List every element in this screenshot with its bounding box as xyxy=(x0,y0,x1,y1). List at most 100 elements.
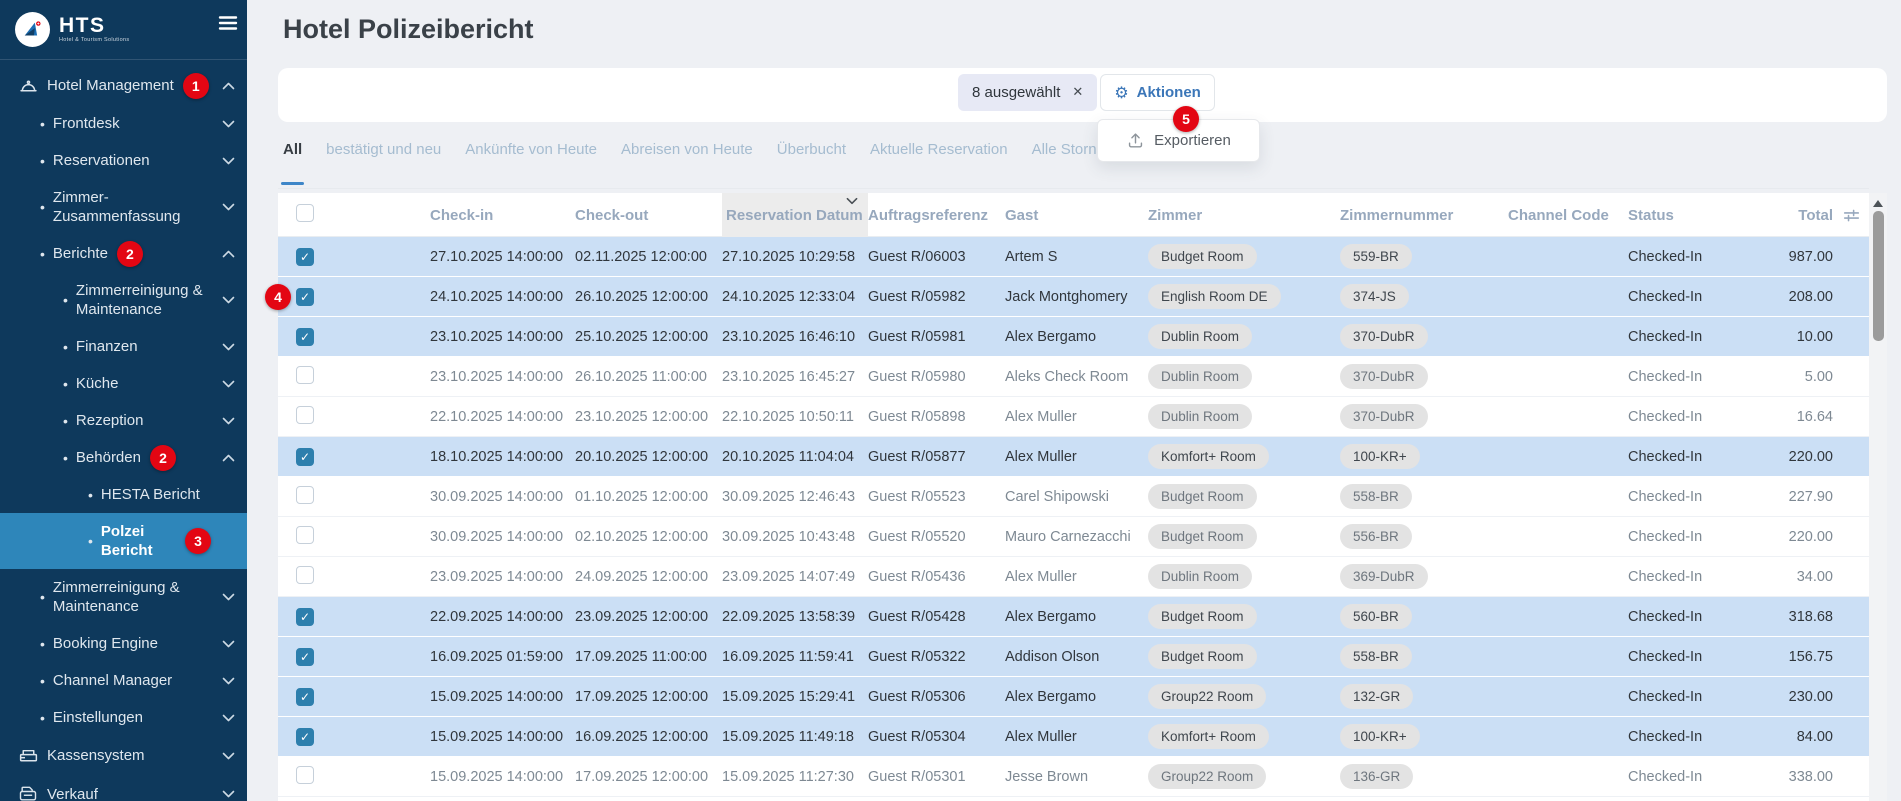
cell-status: Checked-In xyxy=(1628,529,1770,545)
sidebar-item-berichte[interactable]: •Berichte2 xyxy=(0,235,247,272)
row-checkbox[interactable] xyxy=(296,328,314,346)
sort-desc-icon xyxy=(846,197,858,205)
header-cell-channel-code[interactable]: Channel Code xyxy=(1508,207,1628,224)
table-row[interactable]: 30.09.2025 14:00:0002.10.2025 12:00:0030… xyxy=(278,517,1870,557)
row-checkbox[interactable] xyxy=(296,406,314,424)
cell-check-out: 02.11.2025 12:00:00 xyxy=(575,249,722,265)
sidebar-item-verkauf[interactable]: Verkauf xyxy=(0,775,247,801)
cell-check-in: 15.09.2025 14:00:00 xyxy=(430,769,575,785)
table-row[interactable]: 23.10.2025 14:00:0025.10.2025 12:00:0023… xyxy=(278,317,1870,357)
header-cell-zimmer[interactable]: Zimmer xyxy=(1148,207,1340,224)
cloche-icon xyxy=(18,75,40,96)
room-number-pill: 556-BR xyxy=(1340,524,1412,549)
table-row[interactable]: 23.09.2025 14:00:0024.09.2025 12:00:0023… xyxy=(278,557,1870,597)
scrollbar-thumb[interactable] xyxy=(1873,211,1884,341)
hamburger-menu-icon[interactable] xyxy=(218,15,238,36)
cell-zimmer: Budget Room xyxy=(1148,644,1340,669)
bullet-icon: • xyxy=(63,339,68,355)
row-checkbox[interactable] xyxy=(296,366,314,384)
cell-zimmernummer: 369-DubR xyxy=(1340,564,1508,589)
sidebar-item-hesta-bericht[interactable]: •HESTA Bericht xyxy=(0,476,247,513)
table-row[interactable]: 15.09.2025 14:00:0017.09.2025 12:00:0015… xyxy=(278,677,1870,717)
sidebar-item-einstellungen[interactable]: •Einstellungen xyxy=(0,699,247,736)
cell-status: Checked-In xyxy=(1628,649,1770,665)
table-row[interactable]: 15.09.2025 14:00:0016.09.2025 12:00:0015… xyxy=(278,717,1870,757)
row-checkbox[interactable] xyxy=(296,288,314,306)
chevron-down-icon xyxy=(222,296,235,304)
clear-selection-icon[interactable]: ✕ xyxy=(1072,85,1083,100)
cell-total: 227.90 xyxy=(1770,489,1833,505)
table-row[interactable]: 18.10.2025 14:00:0020.10.2025 12:00:0020… xyxy=(278,437,1870,477)
actions-button-label: Aktionen xyxy=(1137,84,1201,101)
table-body: 27.10.2025 14:00:0002.11.2025 12:00:0027… xyxy=(278,237,1870,797)
sidebar-item-rezeption[interactable]: •Rezeption xyxy=(0,402,247,439)
row-checkbox[interactable] xyxy=(296,728,314,746)
sidebar-item-label: Channel Manager xyxy=(53,671,172,690)
table-scrollbar[interactable] xyxy=(1869,193,1887,801)
sidebar-item-kassensystem[interactable]: Kassensystem xyxy=(0,736,247,775)
row-checkbox[interactable] xyxy=(296,486,314,504)
actions-button[interactable]: ⚙ Aktionen xyxy=(1100,74,1215,111)
header-cell-status[interactable]: Status xyxy=(1628,207,1770,224)
column-label: Check-in xyxy=(430,207,493,224)
scroll-up-icon[interactable] xyxy=(1873,200,1883,207)
tab-abreisen-von-heute[interactable]: Abreisen von Heute xyxy=(621,127,753,188)
sidebar-item-frontdesk[interactable]: •Frontdesk xyxy=(0,105,247,142)
cell-checkbox xyxy=(278,648,430,666)
cell-check-out: 16.09.2025 12:00:00 xyxy=(575,729,722,745)
sidebar-item-booking-engine[interactable]: •Booking Engine xyxy=(0,625,247,662)
gear-icon: ⚙ xyxy=(1114,85,1128,101)
row-checkbox[interactable] xyxy=(296,566,314,584)
header-cell-total[interactable]: Total xyxy=(1770,207,1833,224)
sidebar-item-beh-rden[interactable]: •Behörden2 xyxy=(0,439,247,476)
cell-auftragsreferenz: Guest R/05981 xyxy=(868,329,1005,345)
header-cell-zimmernummer[interactable]: Zimmernummer xyxy=(1340,207,1508,224)
sidebar-item-channel-manager[interactable]: •Channel Manager xyxy=(0,662,247,699)
table-row[interactable]: 15.09.2025 14:00:0017.09.2025 12:00:0015… xyxy=(278,757,1870,797)
table-row[interactable]: 16.09.2025 01:59:0017.09.2025 11:00:0016… xyxy=(278,637,1870,677)
row-checkbox[interactable] xyxy=(296,526,314,544)
logo-mark-icon xyxy=(22,19,44,41)
header-checkbox[interactable] xyxy=(296,204,314,222)
tab-ank-nfte-von-heute[interactable]: Ankünfte von Heute xyxy=(465,127,597,188)
chevron-down-icon xyxy=(222,203,235,211)
tab-berbucht[interactable]: Überbucht xyxy=(777,127,846,188)
row-checkbox[interactable] xyxy=(296,688,314,706)
sidebar-item-zimmerreinigung-maintenance[interactable]: •Zimmerreinigung & Maintenance xyxy=(0,569,247,625)
cell-total: 220.00 xyxy=(1770,449,1833,465)
sidebar-item-reservationen[interactable]: •Reservationen xyxy=(0,142,247,179)
sidebar-item-finanzen[interactable]: •Finanzen xyxy=(0,328,247,365)
sidebar-item-hotel-management[interactable]: Hotel Management1 xyxy=(0,66,247,105)
row-checkbox[interactable] xyxy=(296,648,314,666)
table-row[interactable]: 30.09.2025 14:00:0001.10.2025 12:00:0030… xyxy=(278,477,1870,517)
bullet-icon: • xyxy=(63,450,68,466)
tab-best-tigt-und-neu[interactable]: bestätigt und neu xyxy=(326,127,441,188)
sidebar-item-zimmer-zusammenfassung[interactable]: •Zimmer-Zusammenfassung xyxy=(0,179,247,235)
header-cell-reservation-datum[interactable]: Reservation Datum xyxy=(722,193,868,237)
sidebar-item-polzei-bericht[interactable]: •Polzei Bericht3 xyxy=(0,513,247,569)
table-row[interactable]: 27.10.2025 14:00:0002.11.2025 12:00:0027… xyxy=(278,237,1870,277)
cell-check-out: 17.09.2025 12:00:00 xyxy=(575,769,722,785)
cell-auftragsreferenz: Guest R/05436 xyxy=(868,569,1005,585)
sidebar-item-zimmerreinigung-maintenance[interactable]: •Zimmerreinigung & Maintenance xyxy=(0,272,247,328)
row-checkbox[interactable] xyxy=(296,248,314,266)
sidebar-item-k-che[interactable]: •Küche xyxy=(0,365,247,402)
header-cell-auftragsreferenz[interactable]: Auftragsreferenz xyxy=(868,207,1005,224)
row-checkbox[interactable] xyxy=(296,608,314,626)
table-row[interactable]: 24.10.2025 14:00:0026.10.2025 12:00:0024… xyxy=(278,277,1870,317)
row-checkbox[interactable] xyxy=(296,766,314,784)
selected-count-label: 8 ausgewählt xyxy=(972,84,1060,101)
column-settings-icon[interactable] xyxy=(1843,208,1860,223)
cell-zimmer: Komfort+ Room xyxy=(1148,724,1340,749)
table-row[interactable]: 23.10.2025 14:00:0026.10.2025 11:00:0023… xyxy=(278,357,1870,397)
table-row[interactable]: 22.10.2025 14:00:0023.10.2025 12:00:0022… xyxy=(278,397,1870,437)
room-number-pill: 100-KR+ xyxy=(1340,724,1420,749)
header-cell-gast[interactable]: Gast xyxy=(1005,207,1148,224)
cell-zimmer: Dublin Room xyxy=(1148,404,1340,429)
tab-all[interactable]: All xyxy=(283,127,302,188)
header-cell-check-in[interactable]: Check-in xyxy=(430,207,575,224)
table-row[interactable]: 22.09.2025 14:00:0023.09.2025 12:00:0022… xyxy=(278,597,1870,637)
row-checkbox[interactable] xyxy=(296,448,314,466)
header-cell-check-out[interactable]: Check-out xyxy=(575,207,722,224)
tab-aktuelle-reservation[interactable]: Aktuelle Reservation xyxy=(870,127,1008,188)
